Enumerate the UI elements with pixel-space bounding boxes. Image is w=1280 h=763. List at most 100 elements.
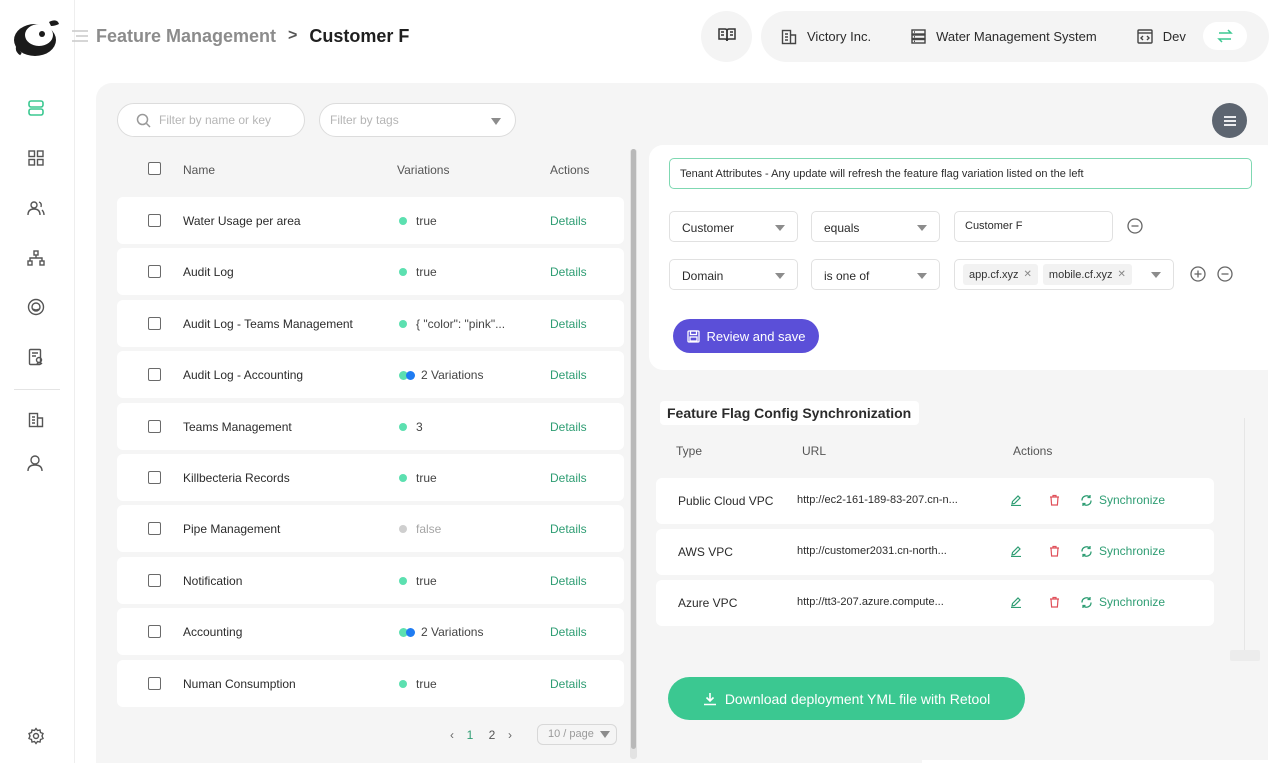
name-filter[interactable] <box>117 103 305 137</box>
flag-variation-value: true <box>416 214 437 228</box>
rule2-attribute-value: Domain <box>682 269 724 283</box>
remove-rule2-icon[interactable] <box>1217 266 1233 282</box>
details-link[interactable]: Details <box>550 574 587 588</box>
page-2-button[interactable]: 2 <box>481 728 503 742</box>
add-rule-icon[interactable] <box>1190 266 1206 282</box>
value-tag: mobile.cf.xyz ✕ <box>1042 264 1132 285</box>
table-row[interactable]: Notification true Details <box>117 557 624 604</box>
details-link[interactable]: Details <box>550 265 587 279</box>
download-yml-button[interactable]: Download deployment YML file with Retool <box>668 677 1025 720</box>
table-row[interactable]: Teams Management 3 Details <box>117 403 624 450</box>
details-link[interactable]: Details <box>550 420 587 434</box>
flag-name: Audit Log - Accounting <box>183 368 304 382</box>
edit-icon[interactable] <box>1010 545 1022 560</box>
details-link[interactable]: Details <box>550 625 587 639</box>
edit-icon[interactable] <box>1010 494 1022 509</box>
rule2-attribute-select[interactable]: Domain <box>669 259 798 290</box>
nav-support-icon[interactable] <box>25 296 47 318</box>
remove-tag-icon[interactable]: ✕ <box>1024 269 1032 280</box>
nav-dashboard-icon[interactable] <box>25 147 47 169</box>
table-row[interactable]: Pipe Management false Details <box>117 505 624 552</box>
row-checkbox[interactable] <box>148 574 161 587</box>
system-selector[interactable]: Water Management System <box>911 29 1097 44</box>
context-bar: Victory Inc. Water Management System Dev <box>761 11 1269 62</box>
review-and-save-button[interactable]: Review and save <box>673 319 819 353</box>
page-size-select[interactable]: 10 / page <box>537 724 617 745</box>
row-checkbox[interactable] <box>148 317 161 330</box>
nav-buildings-icon[interactable] <box>25 409 47 431</box>
synchronize-button[interactable]: Synchronize <box>1080 595 1165 609</box>
tags-filter-input[interactable] <box>330 113 460 127</box>
rule2-values-multiselect[interactable]: app.cf.xyz ✕ mobile.cf.xyz ✕ <box>954 259 1174 290</box>
details-link[interactable]: Details <box>550 368 587 382</box>
synchronize-button[interactable]: Synchronize <box>1080 493 1165 507</box>
synchronize-button[interactable]: Synchronize <box>1080 544 1165 558</box>
prev-page-icon[interactable]: ‹ <box>445 728 459 742</box>
next-page-icon[interactable]: › <box>503 728 517 742</box>
remove-tag-icon[interactable]: ✕ <box>1118 269 1126 280</box>
sync-row: Public Cloud VPC http://ec2-161-189-83-20… <box>656 478 1214 524</box>
tenant-attributes-note: Tenant Attributes - Any update will refr… <box>669 158 1252 189</box>
rule1-value-input[interactable]: Customer F <box>954 211 1113 242</box>
sync-row: AWS VPC http://customer2031.cn-north... Sy… <box>656 529 1214 575</box>
synchronize-label: Synchronize <box>1099 493 1166 507</box>
app-logo[interactable] <box>13 16 61 58</box>
scrollbar-thumb[interactable] <box>631 149 636 749</box>
page-1-button[interactable]: 1 <box>459 728 481 742</box>
panel-resize-handle[interactable] <box>1230 650 1260 661</box>
row-checkbox[interactable] <box>148 265 161 278</box>
menu-button[interactable] <box>1212 103 1247 138</box>
flag-variation-value: 2 Variations <box>421 625 484 639</box>
name-filter-input[interactable] <box>159 113 289 127</box>
details-link[interactable]: Details <box>550 471 587 485</box>
row-checkbox[interactable] <box>148 368 161 381</box>
settings-gear-icon[interactable] <box>25 725 47 747</box>
table-row[interactable]: Accounting 2 Variations Details <box>117 608 624 655</box>
company-selector[interactable]: Victory Inc. <box>781 29 871 45</box>
details-link[interactable]: Details <box>550 214 587 228</box>
table-row[interactable]: Audit Log - Accounting 2 Variations Detail… <box>117 351 624 398</box>
value-tag-label: app.cf.xyz <box>969 268 1019 281</box>
sync-column-type: Type <box>676 444 703 458</box>
nav-hierarchy-icon[interactable] <box>25 247 47 269</box>
swap-arrows-icon <box>1217 29 1233 43</box>
delete-icon[interactable] <box>1049 596 1060 611</box>
remove-rule1-icon[interactable] <box>1127 218 1143 234</box>
nav-users-icon[interactable] <box>25 197 47 219</box>
flag-name: Audit Log <box>183 265 234 279</box>
column-header-variations: Variations <box>397 163 450 177</box>
rule1-operator-select[interactable]: equals <box>811 211 940 242</box>
row-checkbox[interactable] <box>148 677 161 690</box>
table-row[interactable]: Audit Log - Teams Management { "color": "… <box>117 300 624 347</box>
sync-icon <box>1081 545 1092 557</box>
nav-feature-flags-icon[interactable] <box>25 97 47 119</box>
table-row[interactable]: Water Usage per area true Details <box>117 197 624 244</box>
details-link[interactable]: Details <box>550 677 587 691</box>
edit-icon[interactable] <box>1010 596 1022 611</box>
details-link[interactable]: Details <box>550 522 587 536</box>
nav-profile-icon[interactable] <box>25 452 47 474</box>
tags-filter[interactable] <box>319 103 516 137</box>
table-row[interactable]: Killbecteria Records true Details <box>117 454 624 501</box>
row-checkbox[interactable] <box>148 471 161 484</box>
select-all-checkbox[interactable] <box>148 162 161 175</box>
breadcrumb-parent[interactable]: Feature Management <box>96 26 276 47</box>
breadcrumb-separator: > <box>288 27 298 44</box>
environment-selector[interactable]: Dev <box>1137 29 1186 44</box>
row-checkbox[interactable] <box>148 522 161 535</box>
breadcrumb: Feature Management > Customer F <box>70 24 409 48</box>
delete-icon[interactable] <box>1049 545 1060 560</box>
rule1-attribute-select[interactable]: Customer <box>669 211 798 242</box>
nav-reports-icon[interactable] <box>25 346 47 368</box>
rule2-operator-select[interactable]: is one of <box>811 259 940 290</box>
menu-toggle-icon[interactable] <box>70 26 90 46</box>
row-checkbox[interactable] <box>148 214 161 227</box>
details-link[interactable]: Details <box>550 317 587 331</box>
table-row[interactable]: Numan Consumption true Details <box>117 660 624 707</box>
delete-icon[interactable] <box>1049 494 1060 509</box>
row-checkbox[interactable] <box>148 625 161 638</box>
switch-context-button[interactable] <box>1203 22 1247 50</box>
table-row[interactable]: Audit Log true Details <box>117 248 624 295</box>
docs-button[interactable] <box>701 11 752 62</box>
row-checkbox[interactable] <box>148 420 161 433</box>
